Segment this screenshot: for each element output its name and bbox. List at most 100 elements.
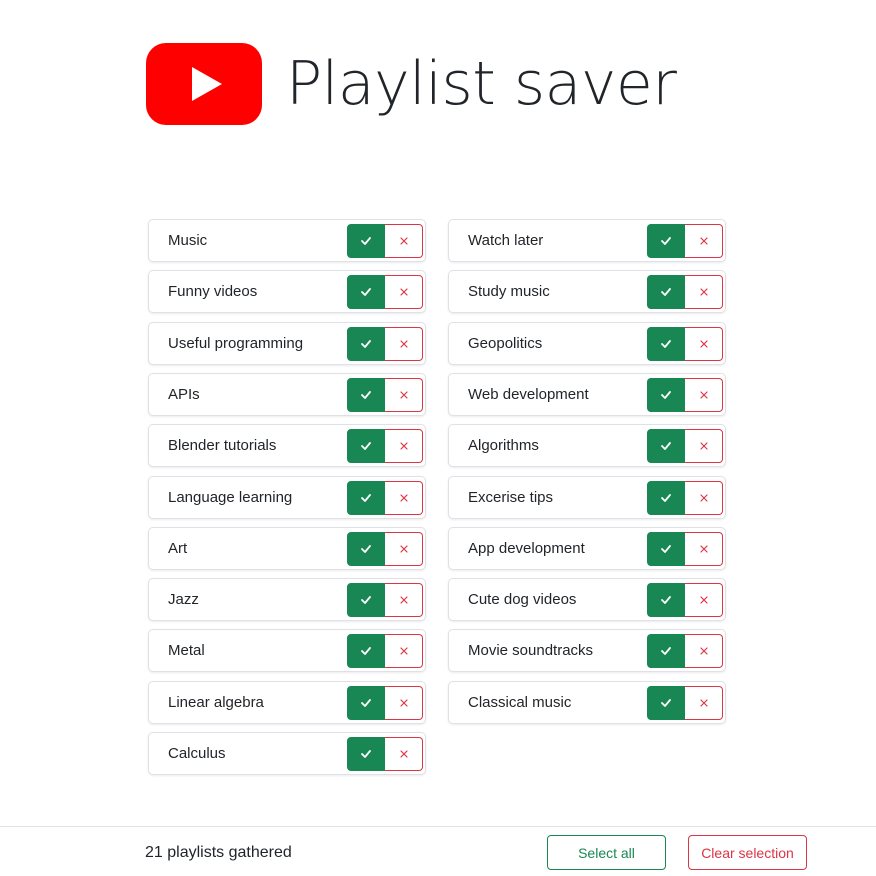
include-playlist-button[interactable] [347,531,385,566]
playlist-name: App development [468,539,585,557]
check-icon [361,596,371,604]
playlist-name: APIs [168,385,200,403]
playlist-item: Blender tutorials [148,424,426,468]
youtube-logo-icon [146,43,262,125]
check-icon [361,750,371,758]
check-icon [361,698,371,707]
check-icon [661,493,671,502]
x-icon [699,237,708,245]
include-playlist-button[interactable] [347,377,385,412]
playlist-name: Art [168,539,188,557]
exclude-playlist-button[interactable] [685,480,723,515]
exclude-playlist-button[interactable] [685,275,723,310]
exclude-playlist-button[interactable] [385,583,423,618]
exclude-playlist-button[interactable] [385,480,423,515]
x-icon [399,699,408,707]
exclude-playlist-button[interactable] [385,429,423,464]
playlist-toggle [347,429,423,464]
playlist-item: Metal [148,629,426,673]
playlist-item: Web development [448,372,726,416]
exclude-playlist-button[interactable] [385,737,423,771]
include-playlist-button[interactable] [347,480,385,515]
playlist-toggle [647,275,723,310]
playlist-name: Algorithms [468,437,539,455]
playlist-toggle [347,634,423,669]
playlist-item: Music [148,219,426,262]
playlist-toggle [647,583,723,618]
include-playlist-button[interactable] [647,531,685,566]
exclude-playlist-button[interactable] [385,377,423,412]
exclude-playlist-button[interactable] [685,685,723,720]
include-playlist-button[interactable] [347,737,385,771]
include-playlist-button[interactable] [647,377,685,412]
playlist-toggle [347,583,423,618]
x-icon [399,288,408,296]
x-icon [699,647,708,655]
playlist-name: Classical music [468,693,572,711]
playlist-name: Jazz [168,591,199,609]
exclude-playlist-button[interactable] [685,531,723,566]
include-playlist-button[interactable] [647,634,685,669]
include-playlist-button[interactable] [347,429,385,464]
include-playlist-button[interactable] [647,275,685,310]
exclude-playlist-button[interactable] [685,224,723,258]
playlist-toggle [347,224,423,258]
exclude-playlist-button[interactable] [685,429,723,464]
x-icon [399,750,408,758]
include-playlist-button[interactable] [647,224,685,258]
exclude-playlist-button[interactable] [385,531,423,566]
clear-selection-button[interactable]: Clear selection [688,835,807,870]
playlist-toggle [347,275,423,310]
playlist-name: Watch later [468,232,544,249]
playlist-item: Classical music [448,680,726,724]
x-icon [699,699,708,707]
playlist-name: Cute dog videos [468,591,577,609]
exclude-playlist-button[interactable] [685,377,723,412]
check-icon [661,698,671,707]
playlist-toggle [347,737,423,771]
exclude-playlist-button[interactable] [385,224,423,258]
include-playlist-button[interactable] [647,583,685,618]
x-icon [699,545,708,553]
include-playlist-button[interactable] [647,480,685,515]
exclude-playlist-button[interactable] [685,326,723,361]
include-playlist-button[interactable] [647,685,685,720]
playlist-name: Language learning [168,488,293,506]
select-all-button[interactable]: Select all [547,835,666,870]
include-playlist-button[interactable] [347,634,385,669]
app-header: Playlist saver [146,42,677,126]
x-icon [399,237,408,245]
check-icon [661,442,671,451]
x-icon [699,442,708,450]
include-playlist-button[interactable] [347,326,385,361]
check-icon [661,237,671,245]
exclude-playlist-button[interactable] [685,634,723,669]
playlist-toggle [647,531,723,566]
check-icon [361,493,371,502]
playlist-item: Watch later [448,219,726,262]
include-playlist-button[interactable] [347,275,385,310]
check-icon [661,544,671,553]
playlist-name: Excerise tips [468,488,554,506]
exclude-playlist-button[interactable] [385,326,423,361]
playlist-name: Calculus [168,745,226,762]
x-icon [399,545,408,553]
exclude-playlist-button[interactable] [385,634,423,669]
exclude-playlist-button[interactable] [385,685,423,720]
playlist-name: Blender tutorials [168,437,277,455]
playlist-toggle [647,685,723,720]
check-icon [661,390,671,399]
playlist-name: Movie soundtracks [468,642,594,660]
include-playlist-button[interactable] [347,224,385,258]
playlist-item: Study music [448,270,726,314]
playlist-toggle [347,326,423,361]
include-playlist-button[interactable] [647,326,685,361]
exclude-playlist-button[interactable] [685,583,723,618]
include-playlist-button[interactable] [347,583,385,618]
include-playlist-button[interactable] [647,429,685,464]
playlist-toggle [347,685,423,720]
exclude-playlist-button[interactable] [385,275,423,310]
check-icon [361,390,371,399]
playlist-toggle [347,377,423,412]
include-playlist-button[interactable] [347,685,385,720]
